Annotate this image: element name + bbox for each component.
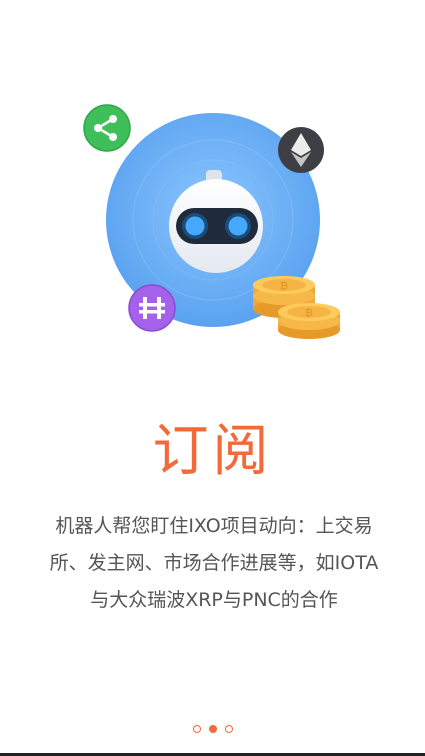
page-indicator — [0, 722, 425, 736]
svg-text:₿: ₿ — [280, 280, 288, 292]
page-title: 订阅 — [152, 419, 273, 484]
onboarding-illustration: ₿ ₿ — [83, 104, 340, 339]
page-indicator-dot-3[interactable] — [224, 725, 233, 733]
hcash-coin-icon — [128, 284, 176, 332]
page-indicator-dot-1[interactable] — [192, 725, 201, 733]
page-indicator-dot-2[interactable] — [208, 725, 217, 733]
ripple-coin-icon — [83, 104, 131, 152]
svg-text:₿: ₿ — [305, 307, 313, 319]
ethereum-coin-icon — [278, 127, 324, 173]
bitcoin-coin-stack-icon: ₿ ₿ — [253, 276, 340, 339]
page-description: 机器人帮您盯住IXO项目动向：上交易所、发主网、市场合作进展等，如IOTA与大众… — [49, 515, 379, 611]
